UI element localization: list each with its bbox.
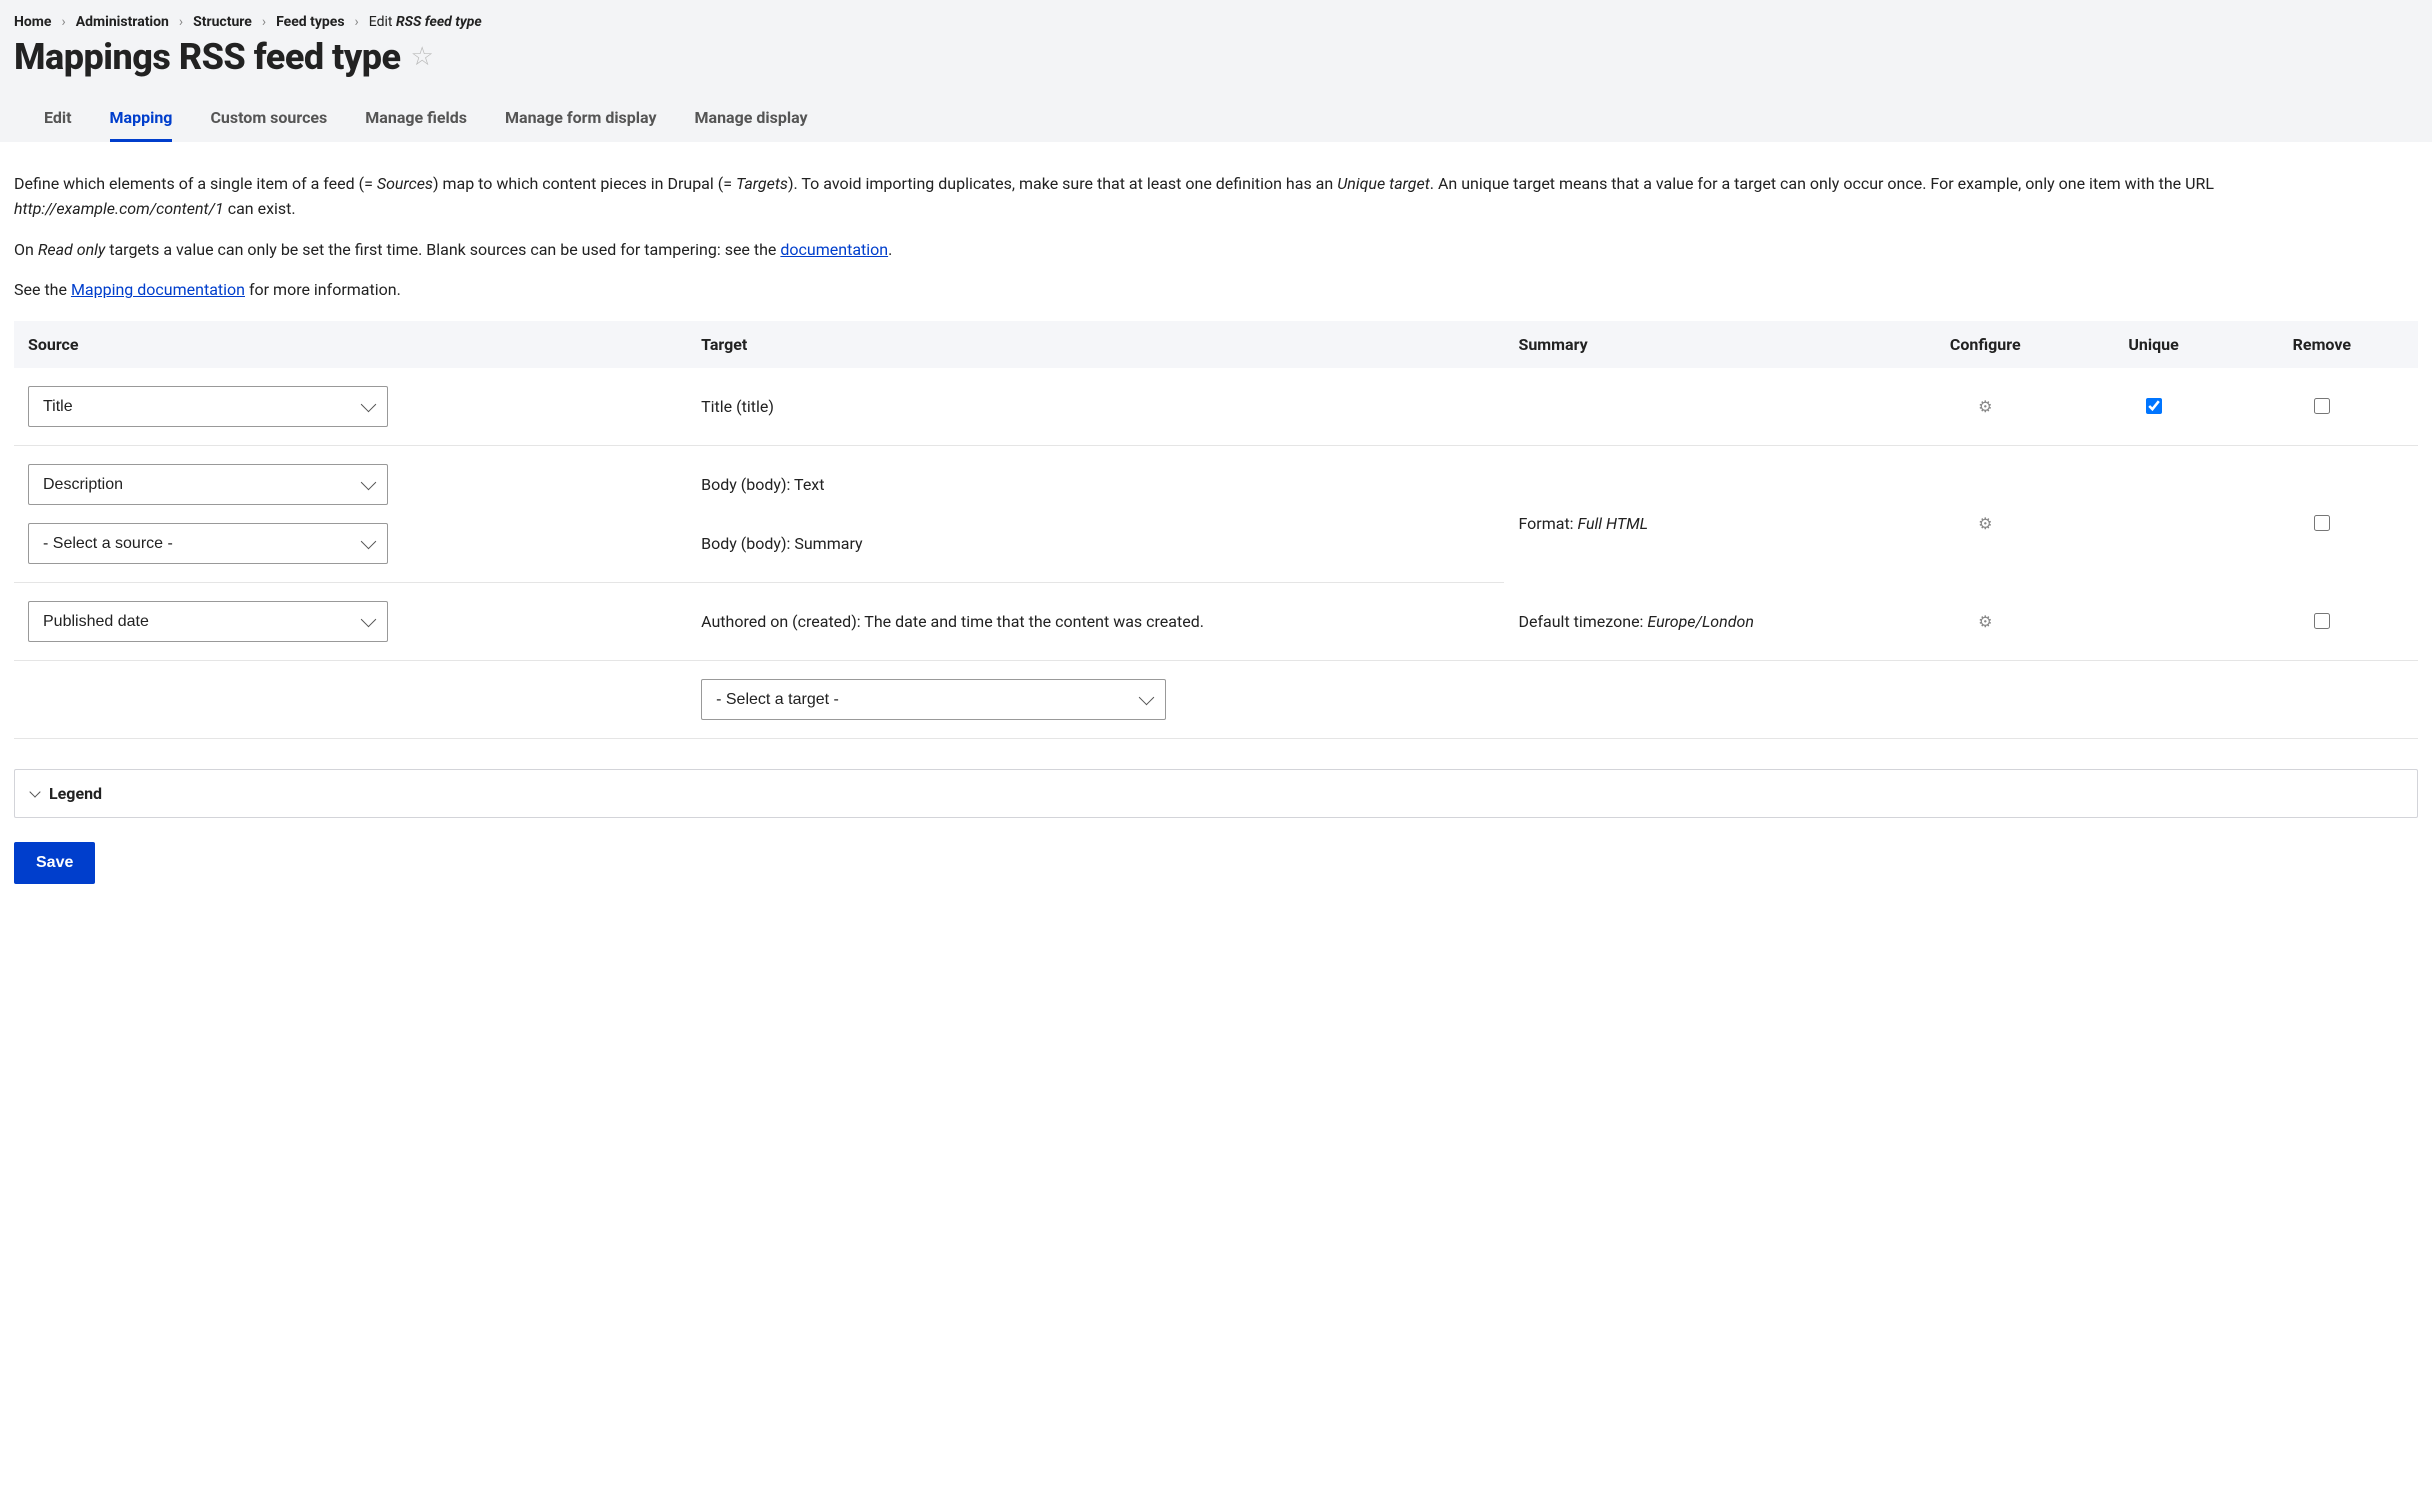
chevron-right-icon: ›: [179, 14, 183, 30]
legend-label: Legend: [49, 784, 102, 803]
tab-manage-display[interactable]: Manage display: [695, 96, 808, 142]
breadcrumb-feed-types[interactable]: Feed types: [276, 14, 344, 30]
breadcrumb: Home › Administration › Structure › Feed…: [14, 14, 2418, 30]
tab-custom-sources[interactable]: Custom sources: [210, 96, 327, 142]
new-target-row: - Select a target -: [14, 661, 2418, 739]
remove-checkbox[interactable]: [2314, 613, 2330, 629]
chevron-right-icon: ›: [355, 14, 359, 30]
table-row: Description Body (body): Text Format: Fu…: [14, 446, 2418, 506]
star-outline-icon[interactable]: ☆: [411, 44, 434, 70]
mapping-table: Source Target Summary Configure Unique R…: [14, 321, 2418, 739]
table-row: Published date Authored on (created): Th…: [14, 583, 2418, 661]
gear-icon[interactable]: ⚙: [1978, 514, 1992, 533]
table-row: Title Title (title) ⚙: [14, 368, 2418, 446]
chevron-right-icon: ›: [262, 14, 266, 30]
unique-checkbox[interactable]: [2146, 398, 2162, 414]
save-button[interactable]: Save: [14, 842, 95, 884]
col-summary: Summary: [1504, 321, 1889, 368]
summary-cell: Default timezone: Europe/London: [1504, 583, 1889, 661]
target-select[interactable]: - Select a target -: [701, 679, 1166, 720]
summary-cell: [1504, 368, 1889, 446]
gear-icon[interactable]: ⚙: [1978, 612, 1992, 631]
tab-mapping[interactable]: Mapping: [110, 96, 173, 142]
breadcrumb-current: Edit RSS feed type: [369, 14, 482, 30]
breadcrumb-administration[interactable]: Administration: [76, 14, 169, 30]
tab-manage-fields[interactable]: Manage fields: [365, 96, 467, 142]
intro-text: Define which elements of a single item o…: [14, 172, 2418, 303]
summary-cell: Format: Full HTML: [1504, 446, 1889, 583]
chevron-right-icon: ›: [61, 14, 65, 30]
breadcrumb-structure[interactable]: Structure: [193, 14, 252, 30]
target-label: Title (title): [687, 368, 1504, 446]
col-configure: Configure: [1889, 321, 2081, 368]
documentation-link[interactable]: documentation: [780, 240, 888, 259]
target-label: Authored on (created): The date and time…: [687, 583, 1504, 661]
col-unique: Unique: [2081, 321, 2225, 368]
page-title: Mappings RSS feed type: [14, 36, 401, 78]
target-label: Body (body): Text: [687, 446, 1504, 506]
gear-icon[interactable]: ⚙: [1978, 397, 1992, 416]
remove-checkbox[interactable]: [2314, 398, 2330, 414]
chevron-down-icon: [29, 786, 40, 797]
source-select[interactable]: Title: [28, 386, 388, 427]
mapping-documentation-link[interactable]: Mapping documentation: [71, 280, 245, 299]
source-select[interactable]: - Select a source -: [28, 523, 388, 564]
remove-checkbox[interactable]: [2314, 515, 2330, 531]
source-select[interactable]: Description: [28, 464, 388, 505]
tabs: Edit Mapping Custom sources Manage field…: [14, 96, 2418, 142]
target-label: Body (body): Summary: [687, 505, 1504, 583]
tab-manage-form-display[interactable]: Manage form display: [505, 96, 657, 142]
col-remove: Remove: [2226, 321, 2418, 368]
legend-toggle[interactable]: Legend: [14, 769, 2418, 818]
source-select[interactable]: Published date: [28, 601, 388, 642]
col-target: Target: [687, 321, 1504, 368]
tab-edit[interactable]: Edit: [44, 96, 72, 142]
breadcrumb-home[interactable]: Home: [14, 14, 51, 30]
col-source: Source: [14, 321, 687, 368]
